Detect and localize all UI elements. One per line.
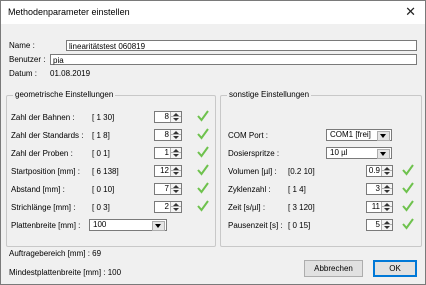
close-icon[interactable]: ✕ xyxy=(405,4,416,20)
spinner-value: 3 xyxy=(375,184,380,193)
spinner-arrows[interactable] xyxy=(170,130,181,140)
spinner-arrows[interactable] xyxy=(381,184,392,194)
geo-row-label: Startposition [mm] : xyxy=(11,167,80,176)
check-icon xyxy=(402,182,414,194)
com-port-select[interactable]: COM1 [frei] xyxy=(326,129,392,141)
window-title: Methodenparameter einstellen xyxy=(8,7,130,17)
geo-row-range: [ 6 138] xyxy=(92,167,119,176)
geo-row-label: Zahl der Bahnen : xyxy=(11,113,75,122)
com-port-value: COM1 [frei] xyxy=(330,130,371,139)
check-icon xyxy=(402,164,414,176)
standards-spinner[interactable]: 8 xyxy=(154,129,182,141)
other-row-range: [ 0 15] xyxy=(288,221,311,230)
spinner-value: 0.9 xyxy=(368,166,380,175)
date-value: 01.08.2019 xyxy=(50,69,91,78)
check-icon xyxy=(197,200,209,212)
spinner-arrows[interactable] xyxy=(381,220,392,230)
check-icon xyxy=(402,200,414,212)
check-icon xyxy=(197,128,209,140)
other-row-label: Zeit [s/µl] : xyxy=(228,203,266,212)
geo-row-range: [ 1 30] xyxy=(92,113,115,122)
spinner-value: 7 xyxy=(164,184,169,193)
volume-spinner[interactable]: 0.9 xyxy=(366,165,393,177)
date-label: Datum : xyxy=(9,69,38,78)
check-icon xyxy=(197,182,209,194)
user-label: Benutzer : xyxy=(9,55,46,64)
spinner-arrows[interactable] xyxy=(170,184,181,194)
name-label: Name : xyxy=(9,41,35,50)
other-row-range: [ 1 4] xyxy=(288,185,306,194)
other-settings-title: sonstige Einstellungen xyxy=(227,90,312,99)
spinner-arrows[interactable] xyxy=(170,202,181,212)
auftragebereich-text: Auftragebereich [mm] : 69 xyxy=(9,249,102,258)
user-field[interactable]: pia xyxy=(50,54,417,65)
samples-spinner[interactable]: 1 xyxy=(154,147,182,159)
spinner-value: 5 xyxy=(375,220,380,229)
spinner-arrows[interactable] xyxy=(381,202,392,212)
spinner-value: 1 xyxy=(164,148,169,157)
chevron-down-icon[interactable] xyxy=(377,131,390,141)
other-row-label: Volumen [µl] : xyxy=(228,167,277,176)
check-icon xyxy=(197,164,209,176)
spinner-value: 8 xyxy=(164,130,169,139)
dialog-body: Name : linearitätstest 060819 Benutzer :… xyxy=(1,24,425,284)
syringe-select[interactable]: 10 µl xyxy=(326,147,392,159)
spinner-arrows[interactable] xyxy=(170,166,181,176)
geometric-settings-title: geometrische Einstellungen xyxy=(13,90,116,99)
check-icon xyxy=(197,146,209,158)
lanes-spinner[interactable]: 8 xyxy=(154,111,182,123)
title-bar[interactable]: Methodenparameter einstellen ✕ xyxy=(1,1,425,24)
other-row-range: [0.2 10] xyxy=(288,167,315,176)
chevron-down-icon[interactable] xyxy=(152,221,165,231)
geo-row-range: [ 0 3] xyxy=(92,203,110,212)
plate-width-label: Plattenbreite [mm] : xyxy=(11,221,81,230)
spinner-arrows[interactable] xyxy=(170,148,181,158)
time-spinner[interactable]: 11 xyxy=(366,201,393,213)
cycles-spinner[interactable]: 3 xyxy=(366,183,393,195)
spinner-value: 2 xyxy=(164,202,169,211)
ok-button[interactable]: OK xyxy=(373,260,417,277)
dialog-window: Methodenparameter einstellen ✕ Name : li… xyxy=(0,0,426,285)
chevron-down-icon[interactable] xyxy=(377,149,390,159)
geo-row-label: Zahl der Standards : xyxy=(11,131,84,140)
syringe-label: Dosierspritze : xyxy=(228,149,280,158)
other-row-label: Pausenzeit [s] : xyxy=(228,221,283,230)
plate-width-select[interactable]: 100 xyxy=(89,219,167,231)
name-field[interactable]: linearitätstest 060819 xyxy=(66,40,417,51)
check-icon xyxy=(197,110,209,122)
spinner-arrows[interactable] xyxy=(381,166,392,176)
geo-row-range: [ 0 1] xyxy=(92,149,110,158)
geo-row-label: Abstand [mm] : xyxy=(11,185,65,194)
geo-row-range: [ 1 8] xyxy=(92,131,110,140)
spinner-value: 12 xyxy=(160,166,169,175)
mindestplattenbreite-text: Mindestplattenbreite [mm] : 100 xyxy=(9,268,122,277)
start-position-spinner[interactable]: 12 xyxy=(154,165,182,177)
spinner-value: 8 xyxy=(164,112,169,121)
spacing-spinner[interactable]: 7 xyxy=(154,183,182,195)
geo-row-range: [ 0 10] xyxy=(92,185,115,194)
spinner-arrows[interactable] xyxy=(170,112,181,122)
pause-time-spinner[interactable]: 5 xyxy=(366,219,393,231)
syringe-value: 10 µl xyxy=(330,148,348,157)
other-row-range: [ 3 120] xyxy=(288,203,315,212)
plate-width-value: 100 xyxy=(93,220,107,229)
line-length-spinner[interactable]: 2 xyxy=(154,201,182,213)
cancel-button[interactable]: Abbrechen xyxy=(304,260,363,277)
geo-row-label: Zahl der Proben : xyxy=(11,149,73,158)
spinner-value: 11 xyxy=(371,202,380,211)
com-port-label: COM Port : xyxy=(228,131,269,140)
geo-row-label: Strichlänge [mm] : xyxy=(11,203,76,212)
other-row-label: Zyklenzahl : xyxy=(228,185,271,194)
check-icon xyxy=(402,218,414,230)
